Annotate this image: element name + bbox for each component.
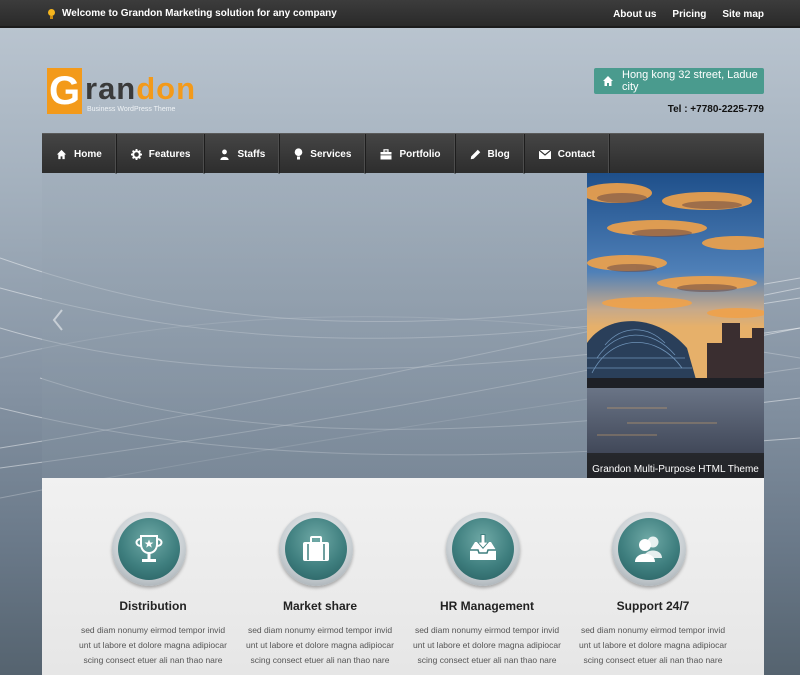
logo-tagline: Business WordPress Theme: [87, 106, 176, 113]
home-icon: [603, 76, 613, 86]
nav-label: Services: [310, 148, 352, 160]
nav-label: Features: [148, 148, 191, 160]
briefcase-icon: [380, 148, 392, 159]
feature-desc-line: sed diam nonumy eirmod tempor invid: [580, 625, 726, 635]
welcome-message: Welcome to Grandon Marketing solution fo…: [48, 8, 337, 19]
city-photo: [587, 173, 764, 478]
inbox-download-icon: [470, 534, 496, 560]
nav-label: Home: [74, 148, 102, 160]
logo-initial: G: [47, 68, 82, 114]
address-badge: Hong kong 32 street, Ladue city: [594, 68, 764, 94]
feature-description: sed diam nonumy eirmod tempor invid unt …: [404, 623, 570, 668]
feature-desc-line: scing consect etuer ali nan thao nare: [417, 655, 557, 665]
welcome-text: Welcome to Grandon Marketing solution fo…: [62, 8, 337, 19]
feature-icon-circle[interactable]: [446, 512, 520, 586]
feature-title: HR Management: [439, 599, 534, 613]
pricing-link[interactable]: Pricing: [672, 9, 706, 20]
site-map-link[interactable]: Site map: [722, 9, 764, 20]
nav-item-contact[interactable]: Contact: [525, 134, 610, 174]
bulb-icon: [294, 148, 303, 160]
lightbulb-icon: [48, 8, 55, 19]
feature-description: sed diam nonumy eirmod tempor invid unt …: [237, 623, 403, 668]
slide-panel: [42, 173, 587, 478]
feature-icon-circle[interactable]: [112, 512, 186, 586]
feature-desc-line: scing consect etuer ali nan thao nare: [583, 655, 723, 665]
feature-desc-line: scing consect etuer ali nan thao nare: [250, 655, 390, 665]
nav-label: Blog: [487, 148, 510, 160]
logo-wordmark: randon: [85, 71, 196, 107]
nav-label: Contact: [557, 148, 595, 160]
feature-icon-circle[interactable]: [279, 512, 353, 586]
top-bar: Welcome to Grandon Marketing solution fo…: [0, 0, 800, 28]
feature-desc-line: sed diam nonumy eirmod tempor invid: [247, 625, 393, 635]
home-icon: [56, 149, 67, 159]
pencil-icon: [470, 149, 480, 159]
logo-wordmark-dark: ran: [85, 71, 137, 106]
main-nav: Home Features Staffs Services Portfolio …: [42, 133, 764, 174]
feature-description: sed diam nonumy eirmod tempor invid unt …: [70, 623, 236, 668]
feature-desc-line: sed diam nonumy eirmod tempor invid: [80, 625, 226, 635]
slide-caption: Grandon Multi-Purpose HTML Theme: [587, 453, 764, 478]
nav-item-services[interactable]: Services: [280, 134, 367, 174]
features-section: Distribution sed diam nonumy eirmod temp…: [42, 478, 764, 675]
user-icon: [220, 149, 230, 160]
feature-desc-line: unt ut labore et dolore magna adipiocar: [579, 640, 727, 650]
feature-icon-circle[interactable]: [612, 512, 686, 586]
feature-title: Market share: [282, 599, 358, 613]
users-icon: [635, 536, 662, 562]
trophy-icon: [135, 535, 163, 562]
nav-label: Portfolio: [399, 148, 441, 160]
briefcase-icon: [303, 536, 329, 561]
about-us-link[interactable]: About us: [613, 9, 656, 20]
nav-item-features[interactable]: Features: [117, 134, 206, 174]
feature-description: sed diam nonumy eirmod tempor invid unt …: [570, 623, 736, 668]
nav-item-staffs[interactable]: Staffs: [205, 134, 281, 174]
nav-item-portfolio[interactable]: Portfolio: [366, 134, 456, 174]
nav-label: Staffs: [237, 148, 266, 160]
feature-desc-line: sed diam nonumy eirmod tempor invid: [414, 625, 560, 635]
feature-title: Support 24/7: [616, 599, 690, 613]
address-text: Hong kong 32 street, Ladue city: [622, 69, 758, 93]
logo-wordmark-orange: don: [136, 71, 197, 106]
feature-desc-line: unt ut labore et dolore magna adipiocar: [79, 640, 227, 650]
nav-item-home[interactable]: Home: [42, 134, 117, 174]
top-links: About us Pricing Site map: [613, 9, 764, 20]
chevron-left-icon[interactable]: [52, 308, 64, 332]
feature-desc-line: unt ut labore et dolore magna adipiocar: [413, 640, 561, 650]
feature-desc-line: scing consect etuer ali nan thao nare: [83, 655, 223, 665]
gear-icon: [130, 148, 142, 160]
feature-desc-line: unt ut labore et dolore magna adipiocar: [246, 640, 394, 650]
nav-item-blog[interactable]: Blog: [456, 134, 525, 174]
hero-slider: Grandon Multi-Purpose HTML Theme: [42, 173, 764, 478]
envelope-icon: [538, 149, 551, 159]
telephone: Tel : +7780-2225-779: [667, 104, 764, 115]
feature-title: Distribution: [119, 599, 187, 613]
